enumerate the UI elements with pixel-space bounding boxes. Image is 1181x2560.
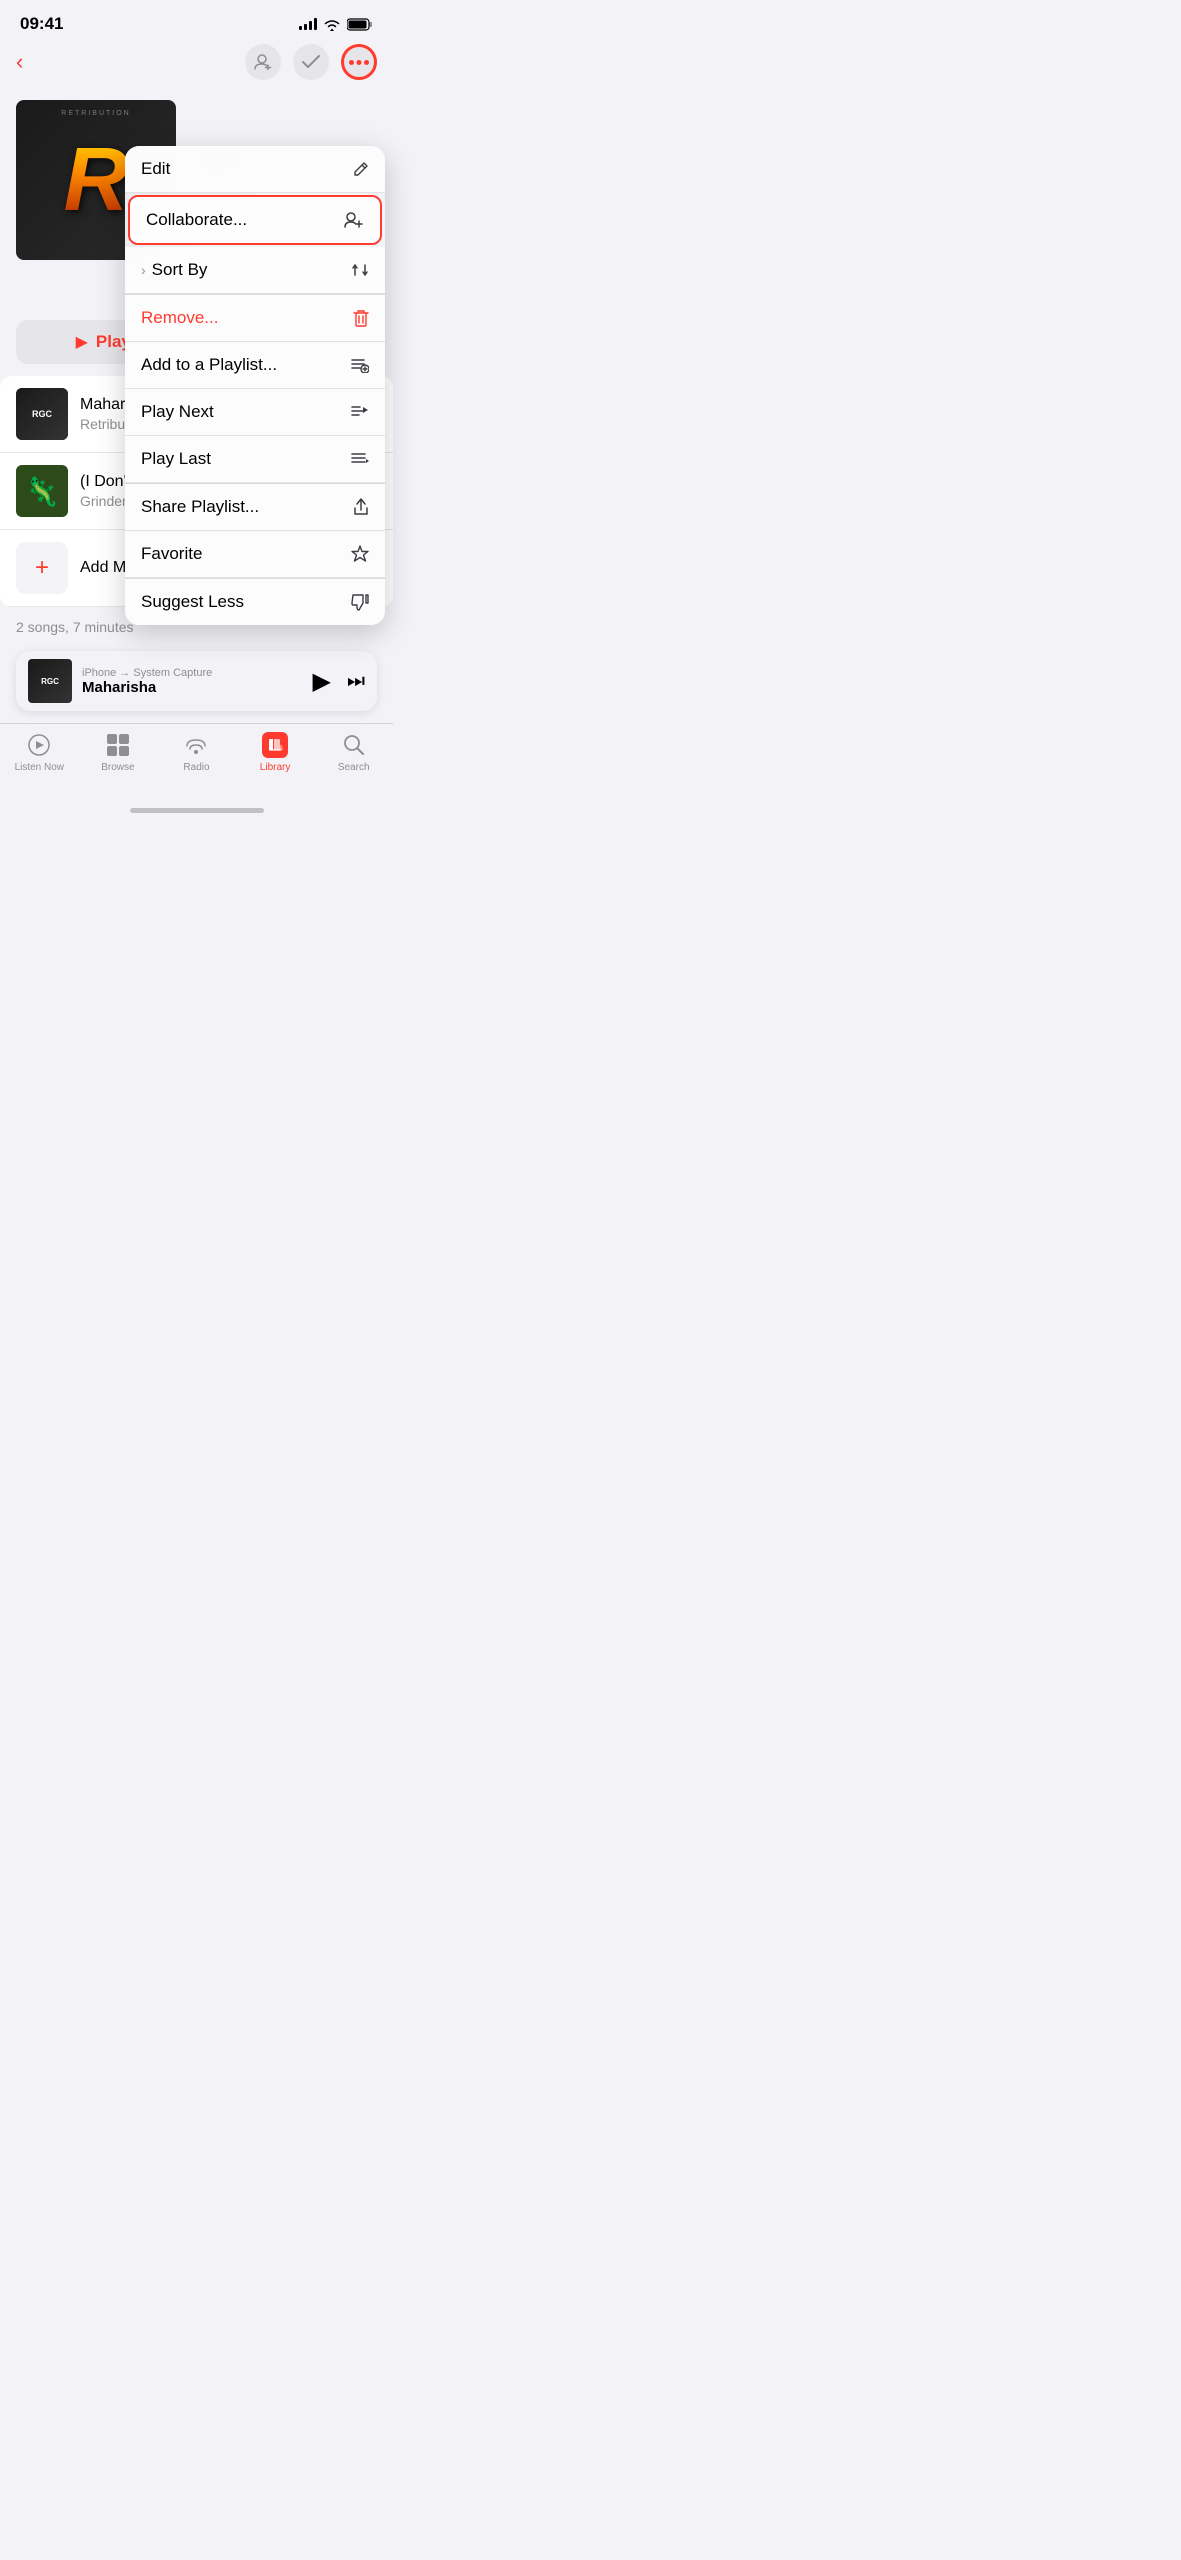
now-playing-bar[interactable]: RGC iPhone → System Capture Maharisha ▶ … [16,651,377,711]
now-playing-thumb: RGC [28,659,72,703]
trash-icon [353,309,369,327]
add-button[interactable]: + [16,542,68,594]
menu-label-suggest-less: Suggest Less [141,592,244,612]
main-content: RETRIBUTION R GADGET HACKS ▶ Play RGC Ma [0,90,393,643]
browse-icon [105,732,131,758]
dropdown-menu: Edit Collaborate... › Sort By [125,146,385,625]
menu-item-play-next[interactable]: Play Next [125,389,385,436]
now-playing-info: iPhone → System Capture Maharisha [82,667,303,696]
menu-label-play-next: Play Next [141,402,214,422]
menu-item-add-playlist[interactable]: Add to a Playlist... [125,342,385,389]
now-playing-title: Maharisha [82,679,303,696]
menu-label-add-playlist: Add to a Playlist... [141,355,277,375]
tab-search[interactable]: Search [314,732,393,773]
listen-now-icon [26,732,52,758]
check-button[interactable] [293,44,329,80]
menu-label-edit: Edit [141,159,170,179]
check-icon [302,55,320,69]
battery-icon [347,18,373,31]
tab-radio[interactable]: Radio [157,732,236,773]
edit-icon [353,161,369,177]
tab-library[interactable]: Library [236,732,315,773]
menu-item-remove[interactable]: Remove... [125,295,385,342]
song-thumbnail: RGC [16,388,68,440]
tab-listen-now-label: Listen Now [15,762,64,773]
home-indicator [0,793,393,827]
add-playlist-icon [351,357,369,373]
tab-bar: Listen Now Browse Radio Libra [0,723,393,793]
library-icon [262,732,288,758]
sort-icon [351,261,369,279]
signal-icon [299,18,317,30]
back-button[interactable]: ‹ [16,49,23,75]
search-icon [341,732,367,758]
wifi-icon [323,18,341,31]
play-last-icon [351,451,369,467]
play-triangle-icon: ▶ [76,332,88,352]
menu-label-share: Share Playlist... [141,497,259,517]
now-playing-forward-button[interactable]: ⏭ [347,670,365,693]
status-bar: 09:41 [0,0,393,38]
chevron-icon: › [141,262,146,278]
song-thumbnail: 🦎 [16,465,68,517]
play-next-icon [351,404,369,420]
plus-icon: + [35,556,49,580]
add-person-icon [254,54,272,70]
menu-label-favorite: Favorite [141,544,202,564]
nav-right [245,44,377,80]
collaborate-icon [344,212,364,228]
menu-item-play-last[interactable]: Play Last [125,436,385,483]
menu-label-play-last: Play Last [141,449,211,469]
menu-label-sort: Sort By [152,260,208,280]
now-playing-source: iPhone → System Capture [82,667,303,679]
menu-item-suggest-less[interactable]: Suggest Less [125,579,385,625]
menu-item-sort-by[interactable]: › Sort By [125,247,385,294]
top-nav: ‹ [0,38,393,90]
thumbs-down-icon [351,593,369,611]
tab-browse[interactable]: Browse [79,732,158,773]
now-playing-play-button[interactable]: ▶ [313,667,331,696]
more-dots-icon [349,60,369,65]
now-playing-controls: ▶ ⏭ [313,667,365,696]
more-button[interactable] [341,44,377,80]
tab-search-label: Search [338,762,370,773]
menu-item-favorite[interactable]: Favorite [125,531,385,578]
tab-library-label: Library [260,762,291,773]
tab-browse-label: Browse [101,762,134,773]
star-icon [351,545,369,563]
status-time: 09:41 [20,14,63,34]
menu-label-collaborate: Collaborate... [146,210,247,230]
add-person-button[interactable] [245,44,281,80]
radio-icon [183,732,209,758]
tab-listen-now[interactable]: Listen Now [0,732,79,773]
home-bar [130,808,264,813]
tab-radio-label: Radio [183,762,209,773]
menu-item-edit[interactable]: Edit [125,146,385,193]
menu-item-share[interactable]: Share Playlist... [125,484,385,531]
menu-item-collaborate[interactable]: Collaborate... [128,195,382,245]
status-icons [299,18,373,31]
menu-label-remove: Remove... [141,308,218,328]
share-icon [353,498,369,516]
